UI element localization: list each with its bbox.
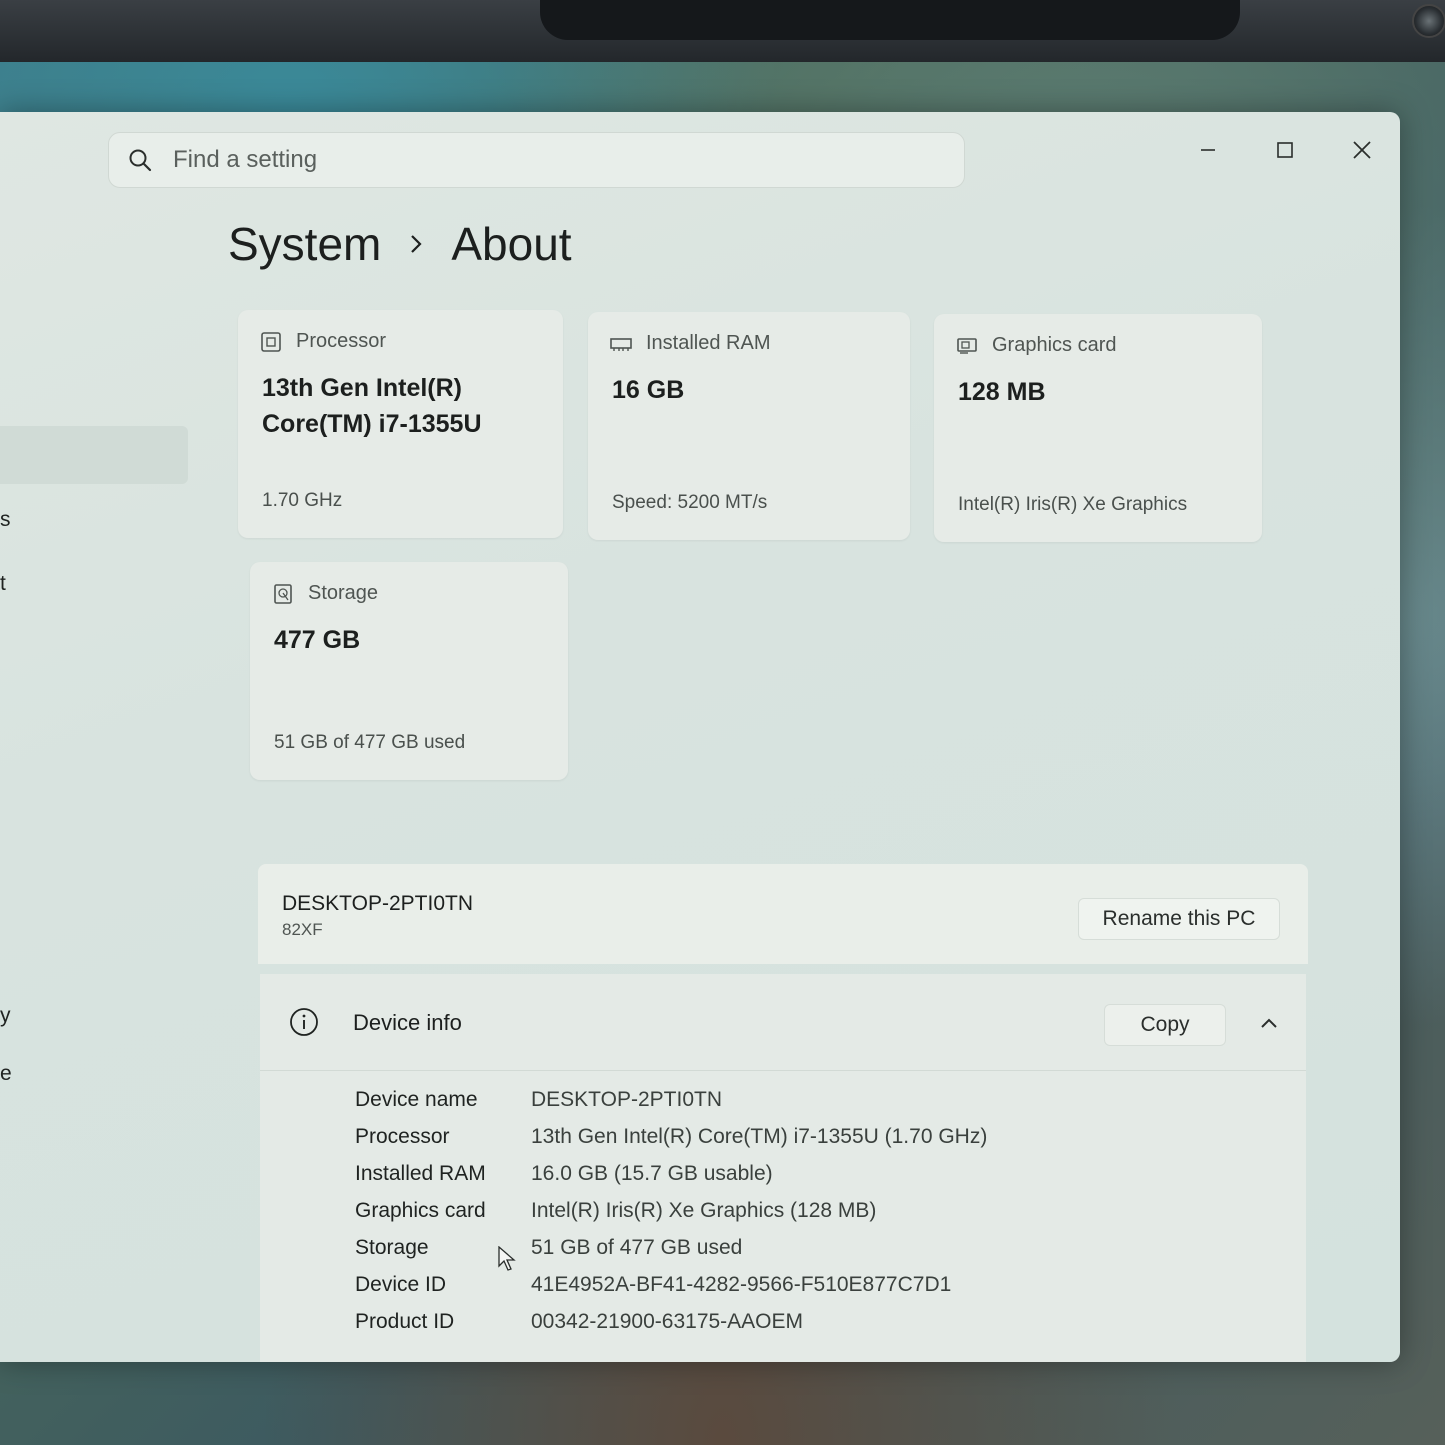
spec-value[interactable]: Intel(R) Iris(R) Xe Graphics (128 MB): [531, 1199, 876, 1223]
page-title: About: [451, 218, 572, 270]
graphics-card-icon: [957, 337, 977, 354]
spec-label: Device ID: [355, 1273, 447, 1296]
spec-value[interactable]: 41E4952A-BF41-4282-9566-F510E877C7D1: [531, 1273, 951, 1297]
spec-value[interactable]: 16.0 GB (15.7 GB usable): [531, 1162, 773, 1186]
processor-card-label: Processor: [296, 330, 387, 352]
pc-model: 82XF: [282, 920, 323, 939]
storage-card-sub: 51 GB of 477 GB used: [274, 732, 466, 753]
spec-row-device-id: Device ID 41E4952A-BF41-4282-9566-F510E8…: [355, 1273, 951, 1297]
device-info-panel: Device info Copy Device name DESKTOP-2PT…: [260, 974, 1306, 1362]
graphics-card-sub: Intel(R) Iris(R) Xe Graphics: [958, 494, 1188, 515]
info-icon: [290, 1008, 318, 1036]
device-info-title: Device info: [353, 1010, 462, 1035]
processor-card-value: 13th Gen Intel(R) Core(TM) i7-1355U: [262, 374, 482, 438]
sidebar-item-fragment[interactable]: t: [0, 572, 6, 596]
close-icon: [1353, 141, 1371, 159]
spec-row-device-name: Device name DESKTOP-2PTI0TN: [355, 1088, 722, 1112]
settings-window: Find a setting s t y e System About Proc…: [0, 112, 1400, 1362]
rename-pc-button[interactable]: Rename this PC: [1078, 898, 1280, 940]
sidebar-selected-item[interactable]: [0, 426, 188, 484]
copy-button[interactable]: Copy: [1104, 1004, 1226, 1046]
camera-notch: [540, 0, 1445, 40]
spec-label: Installed RAM: [355, 1162, 486, 1185]
graphics-card-value: 128 MB: [958, 378, 1046, 406]
ram-icon: [610, 337, 632, 351]
laptop-bezel: [0, 0, 1445, 62]
graphics-card-label: Graphics card: [992, 334, 1117, 356]
mouse-cursor-icon: [498, 1246, 516, 1271]
spec-label: Device name: [355, 1088, 478, 1111]
storage-card: Storage 477 GB 51 GB of 477 GB used: [250, 562, 568, 780]
ram-card-value: 16 GB: [612, 376, 685, 404]
spec-value[interactable]: 00342-21900-63175-AAOEM: [531, 1310, 803, 1334]
processor-card-sub: 1.70 GHz: [262, 490, 343, 511]
maximize-button[interactable]: [1260, 132, 1310, 168]
processor-icon: [261, 331, 281, 352]
minimize-icon: [1201, 149, 1215, 151]
minimize-button[interactable]: [1183, 132, 1233, 168]
spec-value[interactable]: DESKTOP-2PTI0TN: [531, 1088, 722, 1112]
ram-card-label: Installed RAM: [646, 332, 771, 354]
breadcrumb: System About: [228, 217, 572, 271]
spec-value[interactable]: 13th Gen Intel(R) Core(TM) i7-1355U (1.7…: [531, 1125, 987, 1149]
webcam-icon: [1412, 4, 1445, 38]
spec-row-graphics-card: Graphics card Intel(R) Iris(R) Xe Graphi…: [355, 1199, 876, 1223]
chevron-up-icon[interactable]: [1258, 1012, 1280, 1034]
spec-row-product-id: Product ID 00342-21900-63175-AAOEM: [355, 1310, 803, 1334]
spec-label: Product ID: [355, 1310, 455, 1333]
sidebar-item-fragment[interactable]: y: [0, 1004, 11, 1028]
spec-row-storage: Storage 51 GB of 477 GB used: [355, 1236, 742, 1260]
ram-card: Installed RAM 16 GB Speed: 5200 MT/s: [588, 312, 910, 540]
chevron-right-icon: [381, 233, 451, 255]
storage-card-value: 477 GB: [274, 626, 361, 654]
sidebar-item-fragment[interactable]: e: [0, 1062, 12, 1086]
storage-icon: [274, 583, 292, 604]
storage-card-label: Storage: [308, 582, 379, 604]
spec-value[interactable]: 51 GB of 477 GB used: [531, 1236, 742, 1260]
graphics-card-card: Graphics card 128 MB Intel(R) Iris(R) Xe…: [934, 314, 1262, 542]
device-info-header[interactable]: Device info Copy: [260, 974, 1306, 1071]
spec-row-installed-ram: Installed RAM 16.0 GB (15.7 GB usable): [355, 1162, 773, 1186]
ram-card-sub: Speed: 5200 MT/s: [612, 492, 768, 513]
pc-name-panel: DESKTOP-2PTI0TN 82XF Rename this PC: [258, 864, 1308, 964]
processor-card: Processor 13th Gen Intel(R) Core(TM) i7-…: [238, 310, 563, 538]
breadcrumb-system[interactable]: System: [228, 217, 381, 271]
close-button[interactable]: [1337, 132, 1387, 168]
sidebar-item-fragment[interactable]: s: [0, 508, 11, 532]
search-icon: [129, 149, 152, 172]
spec-label: Processor: [355, 1125, 450, 1148]
search-input[interactable]: Find a setting: [173, 146, 317, 174]
pc-name: DESKTOP-2PTI0TN: [282, 892, 473, 915]
spec-label: Graphics card: [355, 1199, 486, 1222]
search-box[interactable]: Find a setting: [108, 132, 965, 188]
maximize-icon: [1277, 142, 1293, 158]
spec-row-processor: Processor 13th Gen Intel(R) Core(TM) i7-…: [355, 1125, 987, 1149]
